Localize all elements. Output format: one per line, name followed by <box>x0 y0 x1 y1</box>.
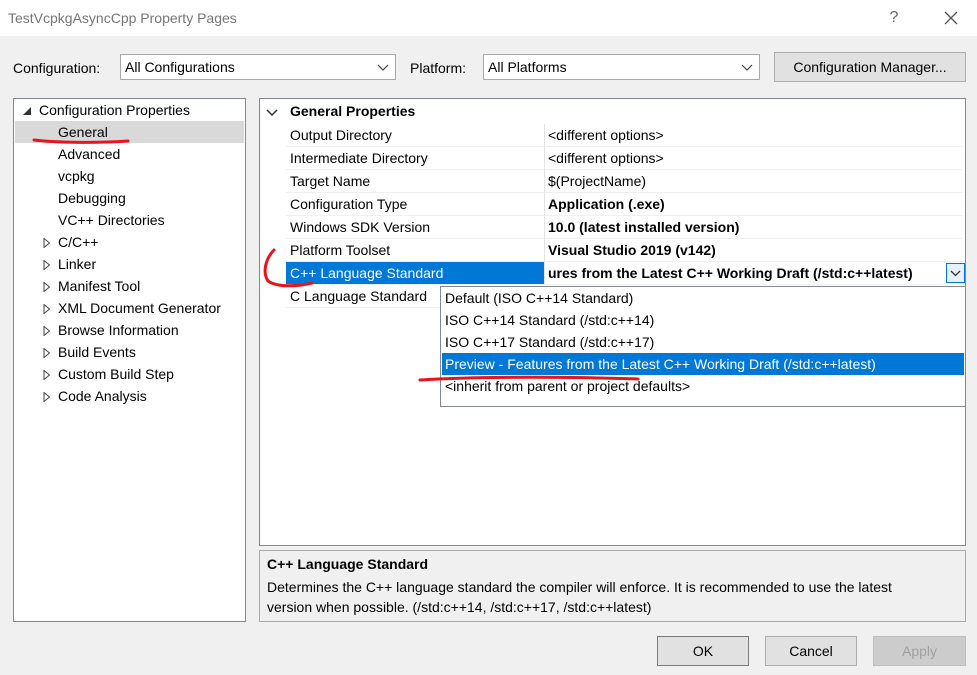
grid-row-cpp-language-standard[interactable]: C++ Language Standard ures from the Late… <box>260 262 965 285</box>
dropdown-option[interactable]: ISO C++14 Standard (/std:c++14) <box>442 309 964 331</box>
collapsed-triangle-icon[interactable] <box>42 260 52 270</box>
collapsed-triangle-icon[interactable] <box>42 392 52 402</box>
collapsed-triangle-icon[interactable] <box>42 348 52 358</box>
property-name: Output Directory <box>286 124 544 147</box>
expanded-triangle-icon[interactable] <box>22 106 32 116</box>
property-tree: Configuration Properties General Advance… <box>13 98 246 622</box>
property-name: Configuration Type <box>286 193 544 216</box>
property-value[interactable]: Visual Studio 2019 (v142) <box>544 239 963 262</box>
platform-value: All Platforms <box>488 59 567 75</box>
property-value[interactable]: 10.0 (latest installed version) <box>544 216 963 239</box>
grid-row-target-name[interactable]: Target Name $(ProjectName) <box>260 170 963 193</box>
property-value[interactable]: <different options> <box>544 124 963 147</box>
property-name: Target Name <box>286 170 544 193</box>
collapsed-triangle-icon[interactable] <box>42 370 52 380</box>
chevron-down-icon <box>377 64 389 71</box>
grid-row-configuration-type[interactable]: Configuration Type Application (.exe) <box>260 193 963 216</box>
tree-item-browse-information[interactable]: Browse Information <box>58 319 179 341</box>
section-header: General Properties <box>290 103 416 119</box>
tree-item-build-events[interactable]: Build Events <box>58 341 136 363</box>
collapse-chevron-icon[interactable] <box>266 108 278 118</box>
tree-item-advanced[interactable]: Advanced <box>58 143 120 165</box>
description-text: Determines the C++ language standard the… <box>267 579 892 595</box>
platform-select[interactable]: All Platforms <box>483 54 760 80</box>
ok-button[interactable]: OK <box>657 636 749 666</box>
tree-item-linker[interactable]: Linker <box>58 253 96 275</box>
tree-item-general[interactable]: General <box>15 121 244 143</box>
tree-item-vcpkg[interactable]: vcpkg <box>58 165 95 187</box>
description-text: version when possible. (/std:c++14, /std… <box>267 599 652 615</box>
dropdown-option[interactable]: <inherit from parent or project defaults… <box>442 375 964 397</box>
platform-label: Platform: <box>410 60 467 76</box>
collapsed-triangle-icon[interactable] <box>42 304 52 314</box>
property-name: Intermediate Directory <box>286 147 544 170</box>
grid-row-intermediate-directory[interactable]: Intermediate Directory <different option… <box>260 147 963 170</box>
dropdown-option[interactable]: Default (ISO C++14 Standard) <box>442 287 964 309</box>
collapsed-triangle-icon[interactable] <box>42 282 52 292</box>
property-name: Windows SDK Version <box>286 216 544 239</box>
configuration-manager-button[interactable]: Configuration Manager... <box>774 52 966 82</box>
property-name: C++ Language Standard <box>286 262 544 285</box>
tree-item-code-analysis[interactable]: Code Analysis <box>58 385 147 407</box>
collapsed-triangle-icon[interactable] <box>42 326 52 336</box>
close-button[interactable] <box>931 4 971 32</box>
grid-row-output-directory[interactable]: Output Directory <different options> <box>260 124 963 147</box>
tree-item-xml-document-generator[interactable]: XML Document Generator <box>58 297 221 319</box>
tree-item-custom-build-step[interactable]: Custom Build Step <box>58 363 174 385</box>
property-value[interactable]: Application (.exe) <box>544 193 963 216</box>
apply-button[interactable]: Apply <box>873 636 966 666</box>
grid-row-windows-sdk-version[interactable]: Windows SDK Version 10.0 (latest install… <box>260 216 963 239</box>
description-title: C++ Language Standard <box>267 556 429 572</box>
cancel-button[interactable]: Cancel <box>765 636 857 666</box>
tree-item-c-cpp[interactable]: C/C++ <box>58 231 98 253</box>
tree-item-label: General <box>58 124 108 140</box>
property-value[interactable]: $(ProjectName) <box>544 170 963 193</box>
configuration-value: All Configurations <box>125 59 235 75</box>
tree-item-debugging[interactable]: Debugging <box>58 187 126 209</box>
configuration-select[interactable]: All Configurations <box>120 54 396 80</box>
description-panel: C++ Language Standard Determines the C++… <box>259 550 966 622</box>
close-icon <box>944 11 958 25</box>
tree-item-configuration-properties[interactable]: Configuration Properties <box>39 99 190 121</box>
tree-item-vc-directories[interactable]: VC++ Directories <box>58 209 165 231</box>
property-value[interactable]: ures from the Latest C++ Working Draft (… <box>544 262 944 285</box>
help-button[interactable]: ? <box>874 4 914 32</box>
dropdown-option-selected[interactable]: Preview - Features from the Latest C++ W… <box>442 353 964 375</box>
configuration-label: Configuration: <box>13 60 101 76</box>
property-value[interactable]: <different options> <box>544 147 963 170</box>
chevron-down-icon <box>741 64 753 71</box>
tree-item-manifest-tool[interactable]: Manifest Tool <box>58 275 140 297</box>
collapsed-triangle-icon[interactable] <box>42 238 52 248</box>
grid-row-platform-toolset[interactable]: Platform Toolset Visual Studio 2019 (v14… <box>260 239 963 262</box>
dropdown-button[interactable] <box>946 263 965 283</box>
window-title: TestVcpkgAsyncCpp Property Pages <box>8 10 237 26</box>
property-name: Platform Toolset <box>286 239 544 262</box>
chevron-down-icon <box>950 270 961 277</box>
cpp-standard-dropdown-list: Default (ISO C++14 Standard) ISO C++14 S… <box>440 286 966 407</box>
dropdown-option[interactable]: ISO C++17 Standard (/std:c++17) <box>442 331 964 353</box>
